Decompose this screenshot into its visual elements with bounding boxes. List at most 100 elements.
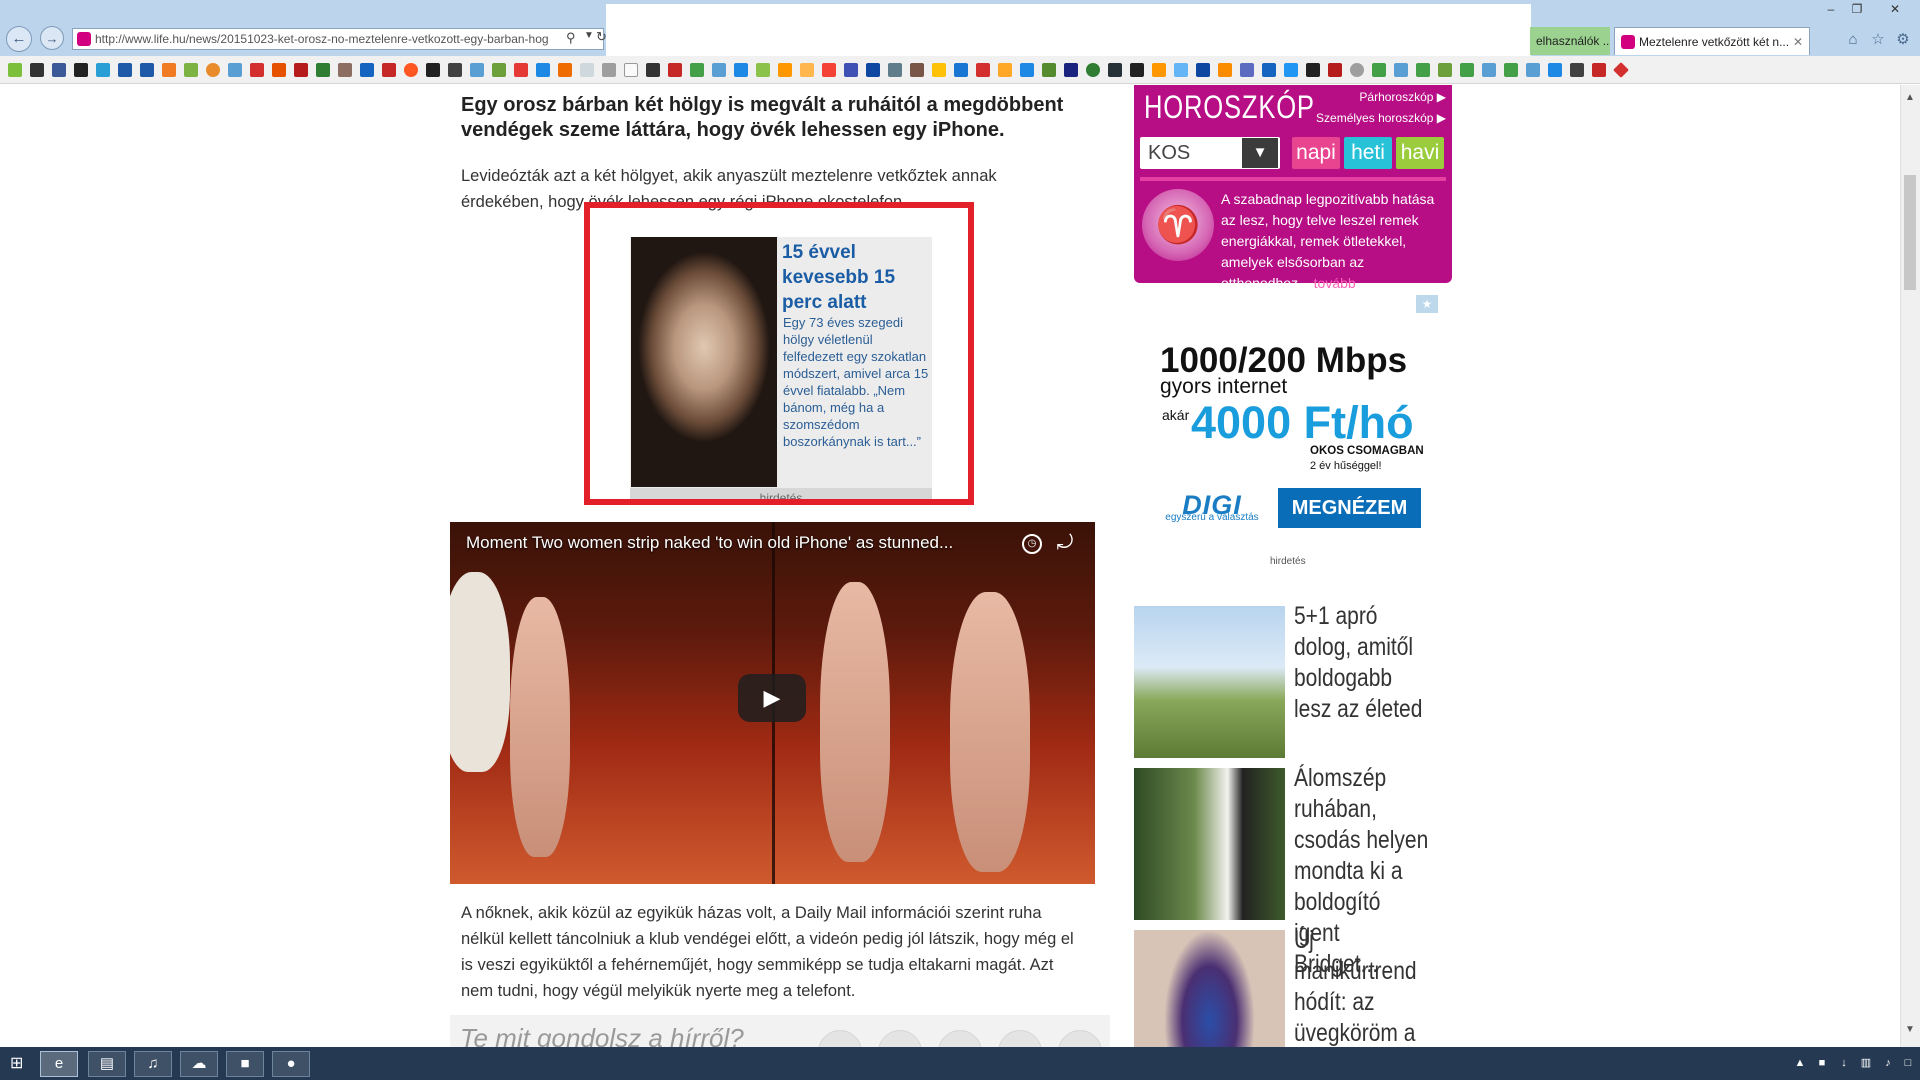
ad-choices-icon[interactable]: ★ (1416, 295, 1438, 313)
favorite-link-icon[interactable] (250, 63, 264, 77)
favorite-link-icon[interactable] (1196, 63, 1210, 77)
favorite-link-icon[interactable] (470, 63, 484, 77)
favorite-link-icon[interactable] (998, 63, 1012, 77)
favorite-link-icon[interactable] (1592, 63, 1606, 77)
favorite-link-icon[interactable] (558, 63, 572, 77)
favorite-link-icon[interactable] (910, 63, 924, 77)
back-button[interactable]: ← (6, 26, 32, 52)
tray-app-icon[interactable]: ■ (1814, 1055, 1830, 1071)
digi-package[interactable]: OKOS CSOMAGBAN (1310, 445, 1424, 457)
favorite-link-icon[interactable] (1438, 63, 1452, 77)
favorite-link-icon[interactable] (206, 63, 220, 77)
favorite-link-icon[interactable] (1350, 63, 1364, 77)
taskbar-chat-icon[interactable]: ● (272, 1051, 310, 1077)
related-article-image[interactable] (1134, 768, 1285, 920)
tray-notification-icon[interactable]: □ (1900, 1055, 1916, 1071)
related-article-image[interactable] (1134, 930, 1285, 1047)
home-icon[interactable]: ⌂ (1843, 30, 1863, 50)
scrollbar-thumb[interactable] (1904, 175, 1916, 290)
favorite-link-icon[interactable] (756, 63, 770, 77)
close-window-icon[interactable]: ✕ (1870, 0, 1920, 18)
digi-price[interactable]: 4000 Ft/hó (1191, 397, 1414, 449)
favorite-link-icon[interactable] (646, 63, 660, 77)
favorite-link-icon[interactable] (668, 63, 682, 77)
favorite-link-icon[interactable] (866, 63, 880, 77)
favorite-link-icon[interactable] (1416, 63, 1430, 77)
favorite-link-icon[interactable] (602, 63, 616, 77)
favorite-link-icon[interactable] (514, 63, 528, 77)
forward-button[interactable]: → (40, 26, 64, 50)
favorite-link-icon[interactable] (1460, 63, 1474, 77)
favorite-link-icon[interactable] (536, 63, 550, 77)
favorite-link-icon[interactable] (1042, 63, 1056, 77)
favorites-star-icon[interactable]: ☆ (1868, 30, 1888, 50)
favorite-link-icon[interactable] (8, 63, 22, 77)
pair-horoscope-link[interactable]: Párhoroszkóp ▶ (1310, 90, 1446, 104)
personal-horoscope-link[interactable]: Személyes horoszkóp ▶ (1310, 111, 1446, 125)
favorite-link-icon[interactable] (800, 63, 814, 77)
favorite-link-icon[interactable] (1086, 63, 1100, 77)
favorite-link-icon[interactable] (932, 63, 946, 77)
favorite-link-icon[interactable] (734, 63, 748, 77)
digi-cta-button[interactable]: MEGNÉZEM (1278, 488, 1421, 528)
favorite-link-icon[interactable] (888, 63, 902, 77)
taskbar-explorer-icon[interactable]: ▤ (88, 1051, 126, 1077)
related-article-title[interactable]: 5+1 apró dolog, amitől boldogabb lesz az… (1294, 601, 1428, 725)
address-bar[interactable]: http://www.life.hu/news/20151023-ket-oro… (72, 28, 604, 50)
chevron-down-icon[interactable]: ▼ (1242, 138, 1278, 168)
favorite-link-icon[interactable] (954, 63, 968, 77)
favorite-link-icon[interactable] (96, 63, 110, 77)
favorite-link-icon[interactable] (360, 63, 374, 77)
tab-monthly[interactable]: havi (1396, 137, 1444, 169)
scroll-down-icon[interactable]: ▼ (1900, 1022, 1920, 1038)
taskbar-app-icon[interactable]: ■ (226, 1051, 264, 1077)
favorite-link-icon[interactable] (1548, 63, 1562, 77)
digi-from-label[interactable]: akár (1162, 407, 1189, 423)
favorite-link-icon[interactable] (162, 63, 176, 77)
tab-users[interactable]: elhasználók ... (1530, 27, 1610, 55)
read-more-link[interactable]: tovább (1314, 275, 1356, 291)
settings-gear-icon[interactable]: ⚙ (1893, 30, 1913, 50)
favorite-link-icon[interactable] (1020, 63, 1034, 77)
favorite-link-icon[interactable] (140, 63, 154, 77)
scroll-up-icon[interactable]: ▲ (1900, 90, 1920, 106)
tab-daily[interactable]: napi (1292, 137, 1340, 169)
taskbar-app-icon[interactable]: ☁ (180, 1051, 218, 1077)
video-player[interactable]: Moment Two women strip naked 'to win old… (450, 522, 1095, 884)
favorite-link-icon[interactable] (382, 63, 396, 77)
favorite-link-icon[interactable] (52, 63, 66, 77)
favorite-link-icon[interactable] (404, 63, 418, 77)
favorite-link-icon[interactable] (712, 63, 726, 77)
favorite-link-icon[interactable] (690, 63, 704, 77)
start-windows-icon[interactable]: ⊞ (10, 1054, 30, 1074)
digi-slogan[interactable]: egyszerű a választás (1160, 512, 1264, 523)
tray-volume-icon[interactable]: ♪ (1880, 1055, 1896, 1071)
favorite-link-icon[interactable] (1130, 63, 1144, 77)
favorite-link-icon[interactable] (1394, 63, 1408, 77)
favorite-link-icon[interactable] (74, 63, 88, 77)
favorite-link-icon[interactable] (844, 63, 858, 77)
favorite-link-icon[interactable] (624, 63, 638, 77)
favorite-link-icon[interactable] (1482, 63, 1496, 77)
digi-subtitle[interactable]: gyors internet (1160, 375, 1287, 399)
favorite-link-icon[interactable] (294, 63, 308, 77)
search-icon[interactable]: ⚲ (566, 30, 576, 46)
favorite-link-icon[interactable] (118, 63, 132, 77)
favorite-link-icon[interactable] (1613, 62, 1629, 78)
favorite-link-icon[interactable] (1108, 63, 1122, 77)
tray-download-icon[interactable]: ↓ (1836, 1055, 1852, 1071)
favorite-link-icon[interactable] (184, 63, 198, 77)
favorite-link-icon[interactable] (228, 63, 242, 77)
close-tab-icon[interactable]: ✕ (1793, 28, 1803, 55)
minimize-icon[interactable]: – (1818, 0, 1844, 18)
favorite-link-icon[interactable] (1570, 63, 1584, 77)
favorite-link-icon[interactable] (1240, 63, 1254, 77)
chevron-down-icon[interactable]: ▼ (584, 30, 594, 41)
favorite-link-icon[interactable] (1064, 63, 1078, 77)
favorite-link-icon[interactable] (316, 63, 330, 77)
restore-icon[interactable]: ❐ (1844, 0, 1870, 18)
digi-loyalty[interactable]: 2 év hűséggel! (1310, 460, 1382, 472)
favorite-link-icon[interactable] (1328, 63, 1342, 77)
favorite-link-icon[interactable] (1504, 63, 1518, 77)
favorite-link-icon[interactable] (778, 63, 792, 77)
